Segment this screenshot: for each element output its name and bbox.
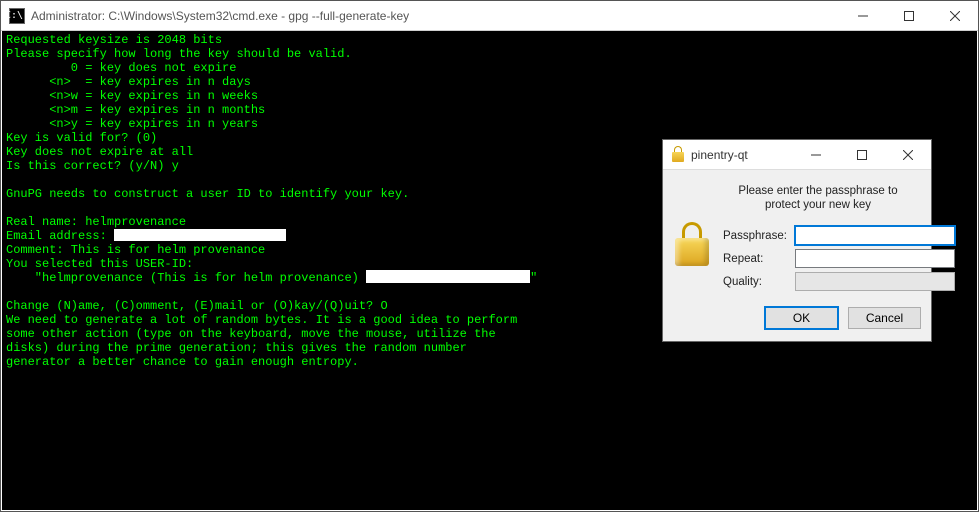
maximize-button[interactable] bbox=[886, 1, 932, 31]
terminal-line: "helmprovenance (This is for helm proven… bbox=[6, 271, 366, 285]
terminal-line: GnuPG needs to construct a user ID to id… bbox=[6, 187, 409, 201]
terminal-line: disks) during the prime generation; this… bbox=[6, 341, 467, 355]
close-button[interactable] bbox=[932, 1, 978, 31]
terminal-line: Requested keysize is 2048 bits bbox=[6, 33, 222, 47]
terminal-line: Please specify how long the key should b… bbox=[6, 47, 352, 61]
minimize-button[interactable] bbox=[840, 1, 886, 31]
terminal-line: <n> = key expires in n days bbox=[6, 75, 251, 89]
dialog-buttons: OK Cancel bbox=[663, 299, 931, 341]
cancel-button[interactable]: Cancel bbox=[848, 307, 921, 329]
dialog-minimize-button[interactable] bbox=[793, 140, 839, 170]
terminal-line: Comment: This is for helm provenance bbox=[6, 243, 265, 257]
dialog-window-controls bbox=[793, 140, 931, 170]
terminal-line: Key is valid for? (0) bbox=[6, 131, 157, 145]
terminal-line: We need to generate a lot of random byte… bbox=[6, 313, 517, 327]
terminal-line: Is this correct? (y/N) y bbox=[6, 159, 179, 173]
dialog-body: Please enter the passphrase to protect y… bbox=[663, 170, 931, 299]
terminal-line: 0 = key does not expire bbox=[6, 61, 236, 75]
repeat-input[interactable] bbox=[795, 249, 955, 268]
terminal-line: Change (N)ame, (C)omment, (E)mail or (O)… bbox=[6, 299, 388, 313]
dialog-message: Please enter the passphrase to protect y… bbox=[727, 184, 909, 212]
repeat-label: Repeat: bbox=[723, 253, 789, 265]
dialog-close-button[interactable] bbox=[885, 140, 931, 170]
redacted-userid bbox=[366, 270, 530, 283]
redacted-email bbox=[114, 229, 286, 241]
terminal-line: <n>y = key expires in n years bbox=[6, 117, 258, 131]
terminal-line: Key does not expire at all bbox=[6, 145, 193, 159]
terminal-line: Email address: bbox=[6, 229, 114, 243]
terminal-line: some other action (type on the keyboard,… bbox=[6, 327, 496, 341]
terminal-line: " bbox=[530, 271, 537, 285]
quality-label: Quality: bbox=[723, 276, 789, 288]
terminal-line: <n>w = key expires in n weeks bbox=[6, 89, 258, 103]
terminal-line: generator a better chance to gain enough… bbox=[6, 355, 359, 369]
cmd-icon: C:\. bbox=[9, 8, 25, 24]
passphrase-input[interactable] bbox=[795, 226, 955, 245]
cmd-window-title: Administrator: C:\Windows\System32\cmd.e… bbox=[31, 1, 834, 31]
dialog-title: pinentry-qt bbox=[691, 148, 748, 162]
quality-meter bbox=[795, 272, 955, 291]
terminal-line: You selected this USER-ID: bbox=[6, 257, 193, 271]
dialog-maximize-button[interactable] bbox=[839, 140, 885, 170]
lock-icon bbox=[671, 146, 685, 164]
terminal-line: <n>m = key expires in n months bbox=[6, 103, 265, 117]
cmd-window-controls bbox=[840, 1, 978, 31]
lock-illustration bbox=[675, 224, 715, 295]
cmd-title-bar: C:\. Administrator: C:\Windows\System32\… bbox=[1, 1, 978, 31]
terminal-line: Real name: helmprovenance bbox=[6, 215, 186, 229]
pinentry-dialog: pinentry-qt Please enter the passphrase … bbox=[662, 139, 932, 342]
passphrase-label: Passphrase: bbox=[723, 230, 789, 242]
dialog-title-bar: pinentry-qt bbox=[663, 140, 931, 170]
ok-button[interactable]: OK bbox=[765, 307, 838, 329]
